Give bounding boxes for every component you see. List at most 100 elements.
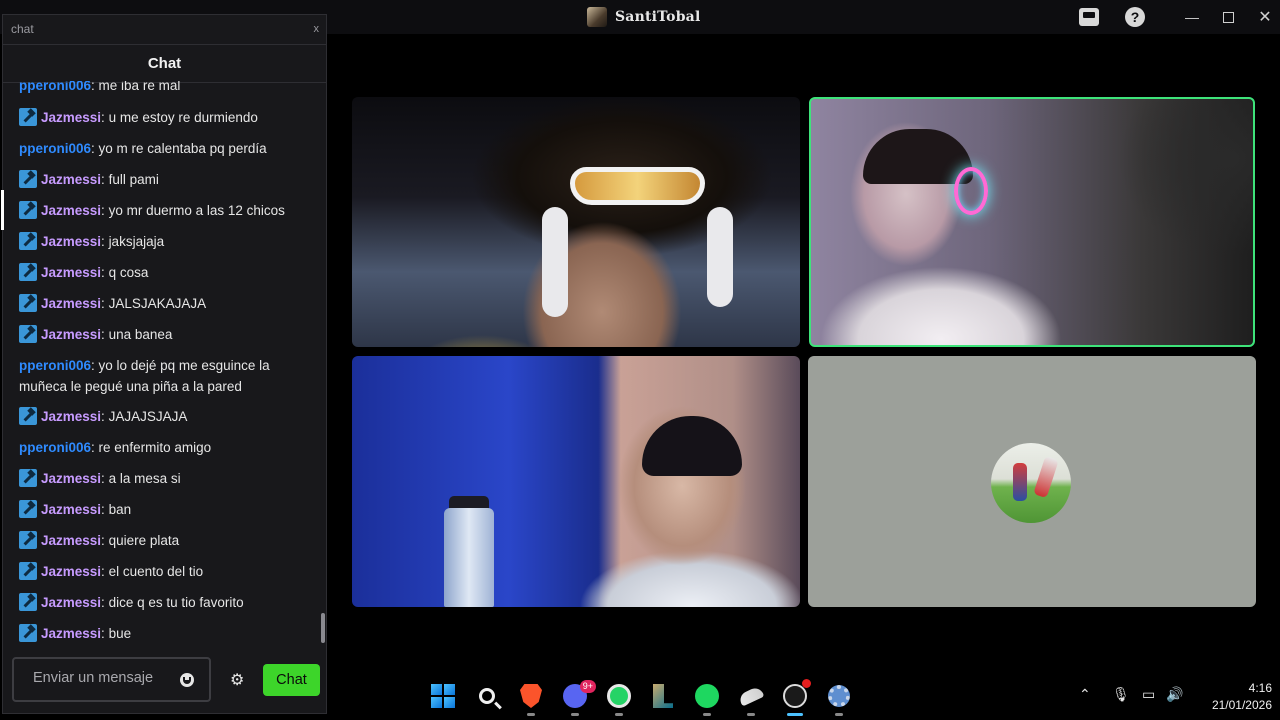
chat-username[interactable]: pperoni006 [19, 141, 91, 156]
chat-message: Jazmessi: dice q es tu tio favorito [19, 592, 315, 613]
chat-title: Chat [3, 45, 326, 83]
chat-username[interactable]: Jazmessi [41, 296, 101, 311]
chat-separator: : [101, 595, 109, 610]
close-window-button[interactable]: ✕ [1254, 6, 1276, 28]
chat-separator: : [91, 358, 99, 373]
chat-separator: : [101, 265, 109, 280]
chat-username[interactable]: pperoni006 [19, 81, 91, 93]
inbox-icon[interactable] [1078, 6, 1100, 28]
chat-username[interactable]: Jazmessi [41, 471, 101, 486]
chat-separator: : [101, 110, 109, 125]
settings-icon[interactable] [826, 683, 852, 716]
chat-message-text: a la mesa si [108, 471, 181, 486]
chat-message-input[interactable] [33, 670, 173, 686]
chat-separator: : [101, 172, 109, 187]
chat-message: Jazmessi: quiere plata [19, 530, 315, 551]
moderator-badge-icon [19, 108, 37, 126]
discord-icon[interactable]: 9+ [562, 680, 596, 716]
chat-message: Jazmessi: una banea [19, 324, 315, 345]
chat-separator: : [101, 533, 109, 548]
chat-separator: : [101, 471, 109, 486]
volume-icon[interactable]: 🔊 [1166, 686, 1183, 703]
chat-separator: : [101, 409, 109, 424]
clock-time: 4:16 [1248, 681, 1272, 695]
chat-username[interactable]: Jazmessi [41, 409, 101, 424]
chat-username[interactable]: Jazmessi [41, 595, 101, 610]
chat-window-label: chat [11, 22, 34, 36]
chat-username[interactable]: Jazmessi [41, 234, 101, 249]
chat-username[interactable]: Jazmessi [41, 110, 101, 125]
video-tile-2-active-speaker[interactable] [809, 97, 1255, 347]
video-tile-4-camera-off[interactable] [808, 356, 1256, 607]
chat-message-text: quiere plata [108, 533, 180, 548]
chat-message: Jazmessi: ban [19, 499, 315, 520]
chat-separator: : [101, 327, 109, 342]
emoji-icon[interactable] [180, 673, 194, 687]
maximize-button[interactable] [1217, 6, 1239, 28]
chat-separator: : [101, 234, 109, 249]
league-of-legends-icon[interactable] [650, 683, 676, 709]
chat-message: pperoni006: yo m re calentaba pq perdía [19, 138, 315, 159]
video-tile-3[interactable] [352, 356, 800, 607]
chat-scrollbar[interactable] [321, 613, 325, 643]
clock-date: 21/01/2026 [1211, 698, 1272, 712]
person-hair-shape [642, 416, 742, 476]
obs-icon[interactable] [782, 679, 811, 716]
moderator-badge-icon [19, 170, 37, 188]
microphone-icon[interactable]: 🎙 [1112, 686, 1130, 703]
chat-message: pperoni006: yo lo dejé pq me esguince la… [19, 355, 315, 397]
chat-message: Jazmessi: el cuento del tio [19, 561, 315, 582]
whatsapp-icon[interactable] [606, 683, 632, 716]
chat-message: pperoni006: me iba re mal [19, 81, 315, 96]
moderator-badge-icon [19, 469, 37, 487]
chat-username[interactable]: Jazmessi [41, 533, 101, 548]
chat-send-button[interactable]: Chat [263, 664, 320, 696]
minimize-button[interactable]: — [1181, 6, 1203, 28]
help-icon[interactable]: ? [1124, 6, 1146, 28]
channel-avatar [587, 7, 607, 27]
chat-close-button[interactable]: x [314, 23, 320, 35]
window-title-text: SantiTobal [615, 9, 701, 25]
headset-shape [542, 207, 568, 317]
thermos-shape [444, 508, 494, 607]
chat-username[interactable]: Jazmessi [41, 564, 101, 579]
video-tile-1[interactable] [352, 97, 800, 347]
chat-username[interactable]: pperoni006 [19, 440, 91, 455]
show-hidden-icons-chevron-icon[interactable]: ⌃ [1079, 686, 1091, 703]
windows-start-icon[interactable] [430, 683, 456, 709]
chat-separator: : [91, 141, 99, 156]
chat-username[interactable]: Jazmessi [41, 502, 101, 517]
chat-input-box[interactable] [12, 657, 211, 702]
chat-message-list[interactable]: pperoni006: me iba re mal Jazmessi: u me … [3, 81, 321, 658]
chat-username[interactable]: Jazmessi [41, 172, 101, 187]
moderator-badge-icon [19, 232, 37, 250]
brave-browser-icon[interactable] [518, 683, 544, 716]
rgb-headset-shape [954, 167, 988, 215]
chat-username[interactable]: Jazmessi [41, 203, 101, 218]
moderator-badge-icon [19, 531, 37, 549]
network-icon[interactable]: ▭ [1142, 686, 1155, 703]
chat-username[interactable]: pperoni006 [19, 358, 91, 373]
chat-settings-icon[interactable]: ⚙ [230, 670, 244, 690]
moderator-badge-icon [19, 624, 37, 642]
moderator-badge-icon [19, 407, 37, 425]
chat-panel: chat x Chat pperoni006: me iba re mal Jaz… [1, 14, 327, 714]
chat-message-text: bue [108, 626, 132, 641]
taskbar-clock[interactable]: 4:16 21/01/2026 [1192, 680, 1272, 714]
chat-username[interactable]: Jazmessi [41, 626, 101, 641]
chat-message-text: yo mr duermo a las 12 chicos [108, 203, 285, 218]
chat-message-text: full pami [108, 172, 159, 187]
moderator-badge-icon [19, 325, 37, 343]
taskbar: 9+ ⌃ 🎙 ▭ 🔊 4:16 21/01/2026 [330, 674, 1280, 720]
chat-message: Jazmessi: a la mesa si [19, 468, 315, 489]
spotify-icon[interactable] [694, 683, 720, 716]
chat-separator: : [101, 564, 109, 579]
chat-username[interactable]: Jazmessi [41, 327, 101, 342]
chat-message-text: me iba re mal [98, 81, 181, 93]
chat-username[interactable]: Jazmessi [41, 265, 101, 280]
search-icon[interactable] [474, 683, 500, 709]
chat-message-text: dice q es tu tio favorito [108, 595, 244, 610]
chat-message: Jazmessi: q cosa [19, 262, 315, 283]
app-icon[interactable] [737, 683, 765, 716]
chat-message-text: ban [108, 502, 132, 517]
